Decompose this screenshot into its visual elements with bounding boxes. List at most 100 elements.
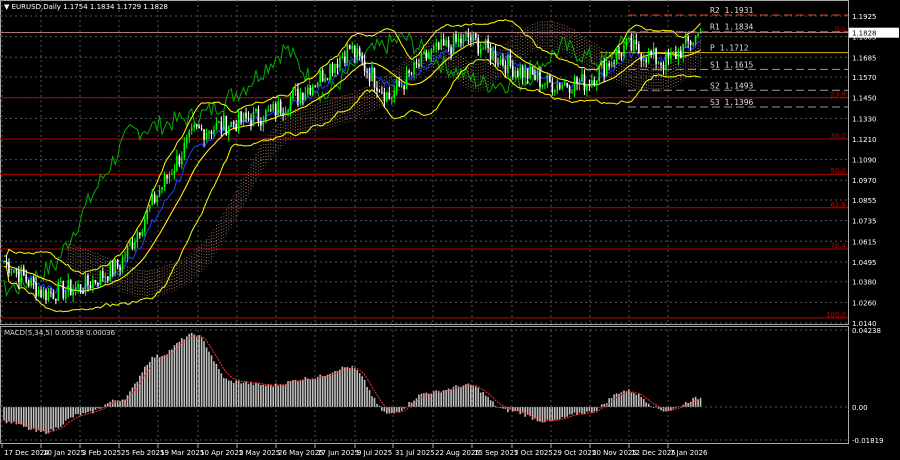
- macd-bar: [72, 406, 74, 418]
- candle: [358, 45, 361, 61]
- macd-tick-label: 0.04238: [852, 327, 881, 335]
- candle-body: [260, 121, 262, 126]
- candle-body: [334, 64, 336, 73]
- candle: [675, 45, 677, 60]
- candle: [205, 128, 208, 142]
- candle-body: [255, 108, 257, 112]
- candle: [613, 59, 615, 68]
- macd-bar: [242, 382, 245, 407]
- macd-bar: [297, 381, 299, 407]
- candle: [311, 83, 314, 97]
- candle: [509, 49, 512, 69]
- candle-body: [143, 219, 146, 232]
- candle: [551, 77, 554, 96]
- macd-bar: [588, 406, 591, 412]
- candle-body: [124, 257, 126, 258]
- macd-bar: [524, 406, 526, 417]
- candle-body: [386, 92, 388, 102]
- candle-body: [116, 259, 119, 267]
- candle: [316, 81, 319, 88]
- fib-label: 38.2: [830, 132, 846, 140]
- candle-body: [102, 270, 104, 279]
- candle-body: [675, 52, 677, 60]
- macd-bar: [60, 406, 62, 427]
- candle: [356, 43, 359, 64]
- macd-bar: [568, 406, 571, 415]
- candle: [193, 122, 195, 132]
- macd-bar: [79, 406, 82, 416]
- price-chart[interactable]: 17 Dec 202410 Jan 20253 Feb 2025 25 Feb 2…: [0, 0, 900, 460]
- candle: [554, 88, 556, 97]
- candle: [549, 73, 551, 83]
- macd-bar: [388, 406, 391, 414]
- x-tick-label: 17 Jun 2025: [317, 449, 359, 457]
- middle-band: [3, 41, 701, 293]
- macd-bar: [586, 406, 588, 412]
- macd-bar: [134, 383, 136, 407]
- candle-body: [45, 290, 47, 301]
- candle: [586, 83, 588, 97]
- macd-bar: [546, 406, 549, 420]
- candle: [156, 195, 158, 206]
- macd-bar: [393, 406, 396, 414]
- candle: [267, 105, 270, 113]
- candle: [257, 105, 260, 127]
- triangle-down-icon[interactable]: ▼: [4, 3, 9, 11]
- y-tick-label: 1.1210: [852, 136, 877, 144]
- macd-bar: [625, 391, 628, 407]
- macd-bar: [576, 406, 578, 415]
- candle-body: [292, 90, 294, 99]
- macd-bar: [35, 406, 37, 432]
- candle-body: [109, 261, 112, 281]
- macd-bar: [255, 382, 257, 407]
- candle-body: [321, 70, 324, 82]
- macd-bar: [232, 382, 235, 407]
- candle: [225, 115, 228, 137]
- candle-body: [657, 63, 660, 64]
- macd-bar: [554, 406, 556, 420]
- candle-body: [361, 55, 363, 61]
- candle-body: [512, 65, 514, 77]
- y-tick-label: 1.0970: [852, 177, 877, 185]
- candle-body: [467, 32, 470, 38]
- macd-bar: [492, 401, 494, 407]
- candle-body: [492, 51, 494, 61]
- macd-bar: [428, 393, 430, 407]
- macd-bar: [139, 375, 141, 407]
- macd-bar: [472, 386, 475, 407]
- macd-bar: [62, 406, 65, 425]
- macd-bar: [440, 392, 442, 407]
- candle-body: [534, 74, 536, 81]
- candle-body: [18, 271, 20, 283]
- candle-body: [40, 289, 42, 298]
- candle: [114, 258, 116, 277]
- candle-body: [652, 48, 655, 56]
- candle: [247, 111, 250, 122]
- candle-body: [425, 52, 428, 60]
- macd-bar: [210, 355, 213, 407]
- candle-body: [351, 46, 354, 49]
- macd-bar: [551, 406, 554, 421]
- candle-body: [146, 209, 149, 220]
- candle-body: [32, 277, 35, 283]
- candle: [697, 33, 699, 39]
- candle-body: [181, 157, 183, 165]
- candle: [692, 42, 694, 47]
- macd-bar: [52, 406, 55, 431]
- candle-body: [185, 137, 188, 144]
- macd-bar: [114, 400, 116, 407]
- macd-bar: [309, 379, 312, 407]
- candle-body: [50, 291, 52, 293]
- candle-body: [514, 70, 517, 77]
- candle-body: [67, 280, 70, 292]
- candle: [40, 286, 42, 299]
- candle: [598, 64, 601, 84]
- macd-bar: [299, 379, 302, 407]
- macd-bar: [55, 406, 57, 428]
- macd-bar: [262, 384, 265, 407]
- macd-bar: [489, 400, 492, 407]
- macd-bar: [371, 396, 373, 407]
- candle: [237, 109, 240, 134]
- candle-body: [529, 67, 531, 79]
- candle-body: [5, 261, 8, 263]
